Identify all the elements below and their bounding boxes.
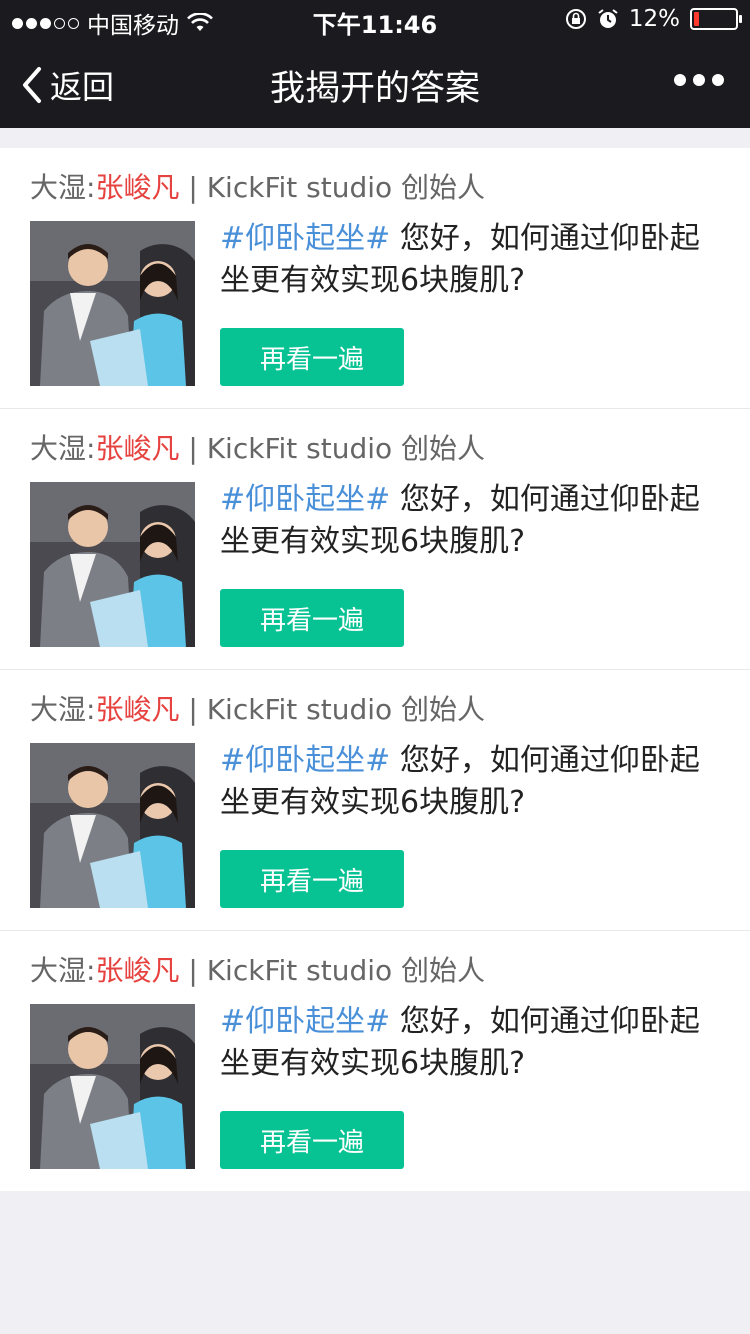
thumbnail-image[interactable] <box>30 1004 195 1169</box>
list-item[interactable]: 大湿:张峻凡 | KickFit studio 创始人 #仰卧起坐# 您好，如何… <box>0 148 750 409</box>
rotation-lock-icon <box>565 9 586 29</box>
author-name[interactable]: 张峻凡 <box>95 954 179 987</box>
battery-percent: 12% <box>628 6 680 32</box>
more-dot <box>712 74 724 86</box>
replay-button[interactable]: 再看一遍 <box>220 850 404 908</box>
topic-tag[interactable]: #仰卧起坐# <box>220 743 390 778</box>
author-line: 大湿:张峻凡 | KickFit studio 创始人 <box>30 949 485 989</box>
author-prefix: 大湿: <box>30 432 96 465</box>
author-title: | KickFit studio 创始人 <box>179 432 486 465</box>
answer-list: 大湿:张峻凡 | KickFit studio 创始人 #仰卧起坐# 您好，如何… <box>0 148 750 1191</box>
thumbnail-image[interactable] <box>30 743 195 908</box>
status-bar: 中国移动 下午11:46 12% <box>0 0 750 40</box>
author-prefix: 大湿: <box>30 693 96 726</box>
topic-tag[interactable]: #仰卧起坐# <box>220 1004 390 1039</box>
replay-button[interactable]: 再看一遍 <box>220 1111 404 1169</box>
battery-fill <box>694 12 699 26</box>
more-dot <box>674 74 686 86</box>
thumbnail-image[interactable] <box>30 482 195 647</box>
author-title: | KickFit studio 创始人 <box>179 954 486 987</box>
question-text[interactable]: #仰卧起坐# 您好，如何通过仰卧起坐更有效实现6块腹肌? <box>220 740 725 824</box>
author-name[interactable]: 张峻凡 <box>95 693 179 726</box>
list-item[interactable]: 大湿:张峻凡 | KickFit studio 创始人 #仰卧起坐# 您好，如何… <box>0 670 750 931</box>
nav-bar: 返回 我揭开的答案 <box>0 40 750 128</box>
more-button[interactable] <box>674 74 724 86</box>
list-item[interactable]: 大湿:张峻凡 | KickFit studio 创始人 #仰卧起坐# 您好，如何… <box>0 409 750 670</box>
replay-button[interactable]: 再看一遍 <box>220 328 404 386</box>
replay-button[interactable]: 再看一遍 <box>220 589 404 647</box>
thumbnail-image[interactable] <box>30 221 195 386</box>
author-name[interactable]: 张峻凡 <box>95 432 179 465</box>
author-title: | KickFit studio 创始人 <box>179 693 486 726</box>
battery-icon <box>690 8 742 30</box>
author-name[interactable]: 张峻凡 <box>95 171 179 204</box>
question-text[interactable]: #仰卧起坐# 您好，如何通过仰卧起坐更有效实现6块腹肌? <box>220 1001 725 1085</box>
more-dot <box>693 74 705 86</box>
author-line: 大湿:张峻凡 | KickFit studio 创始人 <box>30 427 485 467</box>
topic-tag[interactable]: #仰卧起坐# <box>220 221 390 256</box>
author-prefix: 大湿: <box>30 954 96 987</box>
question-text[interactable]: #仰卧起坐# 您好，如何通过仰卧起坐更有效实现6块腹肌? <box>220 479 725 563</box>
author-line: 大湿:张峻凡 | KickFit studio 创始人 <box>30 166 485 206</box>
author-prefix: 大湿: <box>30 171 96 204</box>
page-title: 我揭开的答案 <box>269 69 480 109</box>
topic-tag[interactable]: #仰卧起坐# <box>220 482 390 517</box>
author-line: 大湿:张峻凡 | KickFit studio 创始人 <box>30 688 485 728</box>
question-text[interactable]: #仰卧起坐# 您好，如何通过仰卧起坐更有效实现6块腹肌? <box>220 218 725 302</box>
list-item[interactable]: 大湿:张峻凡 | KickFit studio 创始人 #仰卧起坐# 您好，如何… <box>0 931 750 1191</box>
status-right: 12% <box>565 6 742 32</box>
alarm-icon <box>598 9 618 28</box>
author-title: | KickFit studio 创始人 <box>179 171 486 204</box>
